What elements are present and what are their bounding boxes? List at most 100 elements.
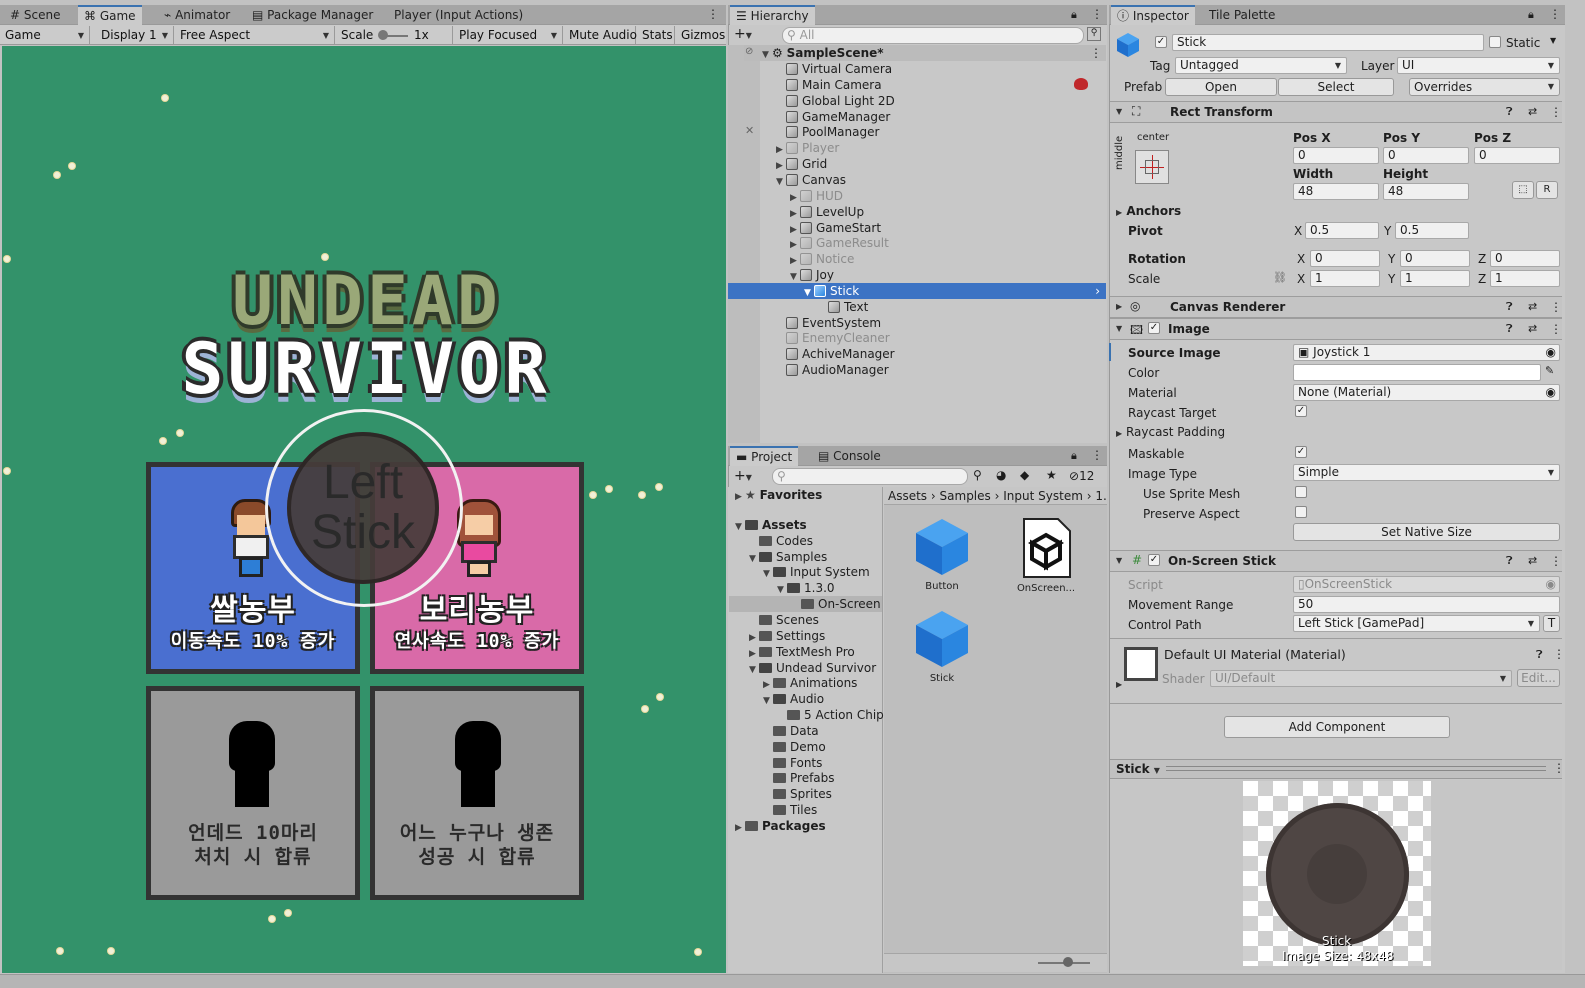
presets-icon[interactable]: ⇄ — [1528, 300, 1537, 313]
scale-z-input[interactable]: 1 — [1490, 270, 1560, 287]
project-tree-item[interactable]: On-Screen — [729, 596, 882, 613]
scene-pick-icon[interactable]: ✕ — [745, 124, 754, 137]
hierarchy-item[interactable]: ▼ Canvas — [762, 172, 1106, 188]
active-checkbox[interactable]: ✓ — [1155, 36, 1167, 48]
hidden-packages-toggle[interactable]: ⊘12 — [1069, 469, 1094, 483]
prefab-select-button[interactable]: Select — [1278, 78, 1394, 96]
hierarchy-item[interactable]: EnemyCleaner — [762, 330, 1106, 346]
presets-icon[interactable]: ⇄ — [1528, 105, 1537, 118]
component-menu-icon[interactable]: ⋮ — [1550, 554, 1562, 568]
preview-menu-icon[interactable]: ⋮ — [1553, 761, 1565, 775]
width-input[interactable]: 48 — [1293, 183, 1379, 200]
lock-icon[interactable]: 🔒︎ — [1071, 449, 1077, 463]
tab-project[interactable]: ▬ Project — [730, 446, 799, 466]
tab-hierarchy[interactable]: ☰ Hierarchy — [730, 5, 815, 25]
add-object-button[interactable]: +▼ — [734, 26, 752, 44]
play-mode-dropdown[interactable]: Play Focused ▼ — [454, 26, 563, 45]
project-tree-item[interactable]: Demo — [729, 739, 882, 755]
display-dropdown[interactable]: Display 1 ▼ — [96, 26, 174, 45]
locked-character-card-2[interactable]: 어느 누구나 생존 성공 시 합류 — [370, 686, 584, 900]
on-screen-stick-header[interactable]: ▼ # ✓ On-Screen Stick ❓︎ ⇄ ⋮ — [1110, 550, 1562, 572]
hierarchy-item[interactable]: EventSystem — [762, 315, 1106, 331]
control-path-dropdown[interactable]: Left Stick [GamePad] ▼ — [1293, 615, 1540, 632]
hierarchy-item[interactable]: Virtual Camera — [762, 61, 1106, 77]
source-image-field[interactable]: ▣ Joystick 1 ◉ — [1293, 344, 1560, 361]
help-icon[interactable]: ❓︎ — [1506, 554, 1513, 568]
mute-audio-toggle[interactable]: Mute Audio — [564, 26, 637, 45]
tab-animator[interactable]: ⌁ Animator — [158, 5, 236, 25]
favorite-star-icon[interactable]: ★ — [1046, 468, 1057, 482]
panel-menu-icon[interactable]: ⋮ — [1549, 7, 1561, 21]
hierarchy-item[interactable]: ▶ GameResult — [762, 235, 1106, 251]
image-header[interactable]: ▼ 🖾 ✓ Image ❓︎ ⇄ ⋮ — [1110, 318, 1562, 340]
project-tree-item[interactable]: 5 Action Chipt — [729, 707, 889, 723]
tab-player-input-actions[interactable]: Player (Input Actions) — [388, 5, 529, 25]
material-field[interactable]: None (Material) ◉ — [1293, 384, 1560, 401]
preserve-aspect-checkbox[interactable] — [1295, 506, 1307, 518]
asset-button-prefab[interactable]: Button — [906, 517, 978, 597]
component-menu-icon[interactable]: ⋮ — [1550, 300, 1562, 314]
component-menu-icon[interactable]: ⋮ — [1550, 322, 1562, 336]
hierarchy-item[interactable]: ▶ Notice — [762, 251, 1106, 267]
icon-size-slider-handle[interactable] — [1063, 957, 1073, 967]
object-picker-icon[interactable]: ◉ — [1546, 345, 1556, 360]
filter-type-icon[interactable]: ◕ — [996, 468, 1006, 482]
pos-x-input[interactable]: 0 — [1293, 147, 1379, 164]
joystick-stick[interactable]: Left Stick — [287, 432, 439, 584]
stats-toggle[interactable]: Stats — [637, 26, 675, 45]
use-sprite-mesh-checkbox[interactable] — [1295, 486, 1307, 498]
tab-package-manager[interactable]: ▤ Package Manager — [246, 5, 379, 25]
component-menu-icon[interactable]: ⋮ — [1553, 647, 1565, 661]
scene-row[interactable]: ▼ ⚙ SampleScene* ⋮ — [744, 45, 1106, 61]
expand-arrow-icon[interactable]: ▶ — [735, 820, 745, 836]
expand-arrow-icon[interactable]: ▶ — [1116, 680, 1122, 689]
hierarchy-item[interactable]: ▶ GameStart — [762, 220, 1106, 236]
hierarchy-item[interactable]: ▶ HUD — [762, 188, 1106, 204]
project-tree-item[interactable]: Codes — [729, 533, 882, 549]
breadcrumb-item[interactable]: Assets — [888, 489, 927, 503]
project-tree-item[interactable]: ▶ TextMesh Pro — [729, 644, 882, 660]
search-options-icon[interactable]: ⚲ — [1087, 27, 1101, 41]
set-native-size-button[interactable]: Set Native Size — [1293, 523, 1560, 541]
help-icon[interactable]: ❓︎ — [1536, 648, 1543, 662]
project-search-input[interactable]: ⚲ — [772, 468, 968, 485]
project-tree-item[interactable]: ▼ Undead Survivor — [729, 660, 882, 676]
image-enabled-checkbox[interactable]: ✓ — [1148, 322, 1160, 334]
component-menu-icon[interactable]: ⋮ — [1550, 105, 1562, 119]
filter-label-icon[interactable]: ◆ — [1020, 468, 1029, 482]
hierarchy-item[interactable]: Main Camera — [762, 77, 1106, 93]
help-icon[interactable]: ❓︎ — [1506, 300, 1513, 314]
lock-icon[interactable]: 🔒︎ — [1071, 8, 1077, 22]
add-component-button[interactable]: Add Component — [1224, 716, 1450, 738]
panel-menu-icon[interactable]: ⋮ — [1091, 448, 1103, 462]
rotation-z-input[interactable]: 0 — [1490, 250, 1560, 267]
scene-menu-icon[interactable]: ⋮ — [1090, 45, 1102, 61]
project-tree-item[interactable]: Prefabs — [729, 770, 882, 786]
anchors-foldout[interactable]: ▶ Anchors — [1116, 203, 1181, 221]
help-icon[interactable]: ❓︎ — [1506, 105, 1513, 119]
scale-slider-handle[interactable] — [378, 30, 388, 40]
rotation-y-input[interactable]: 0 — [1400, 250, 1470, 267]
locked-character-card-1[interactable]: 언데드 10마리 처치 시 합류 — [146, 686, 360, 900]
maskable-checkbox[interactable]: ✓ — [1295, 446, 1307, 458]
gizmos-toggle[interactable]: Gizmos — [676, 26, 726, 45]
project-tree-item[interactable]: ▼ Audio — [729, 691, 882, 707]
hierarchy-item[interactable]: ▼ Joy — [762, 267, 1106, 283]
create-asset-button[interactable]: +▼ — [734, 468, 752, 486]
movement-range-input[interactable]: 50 — [1293, 596, 1560, 613]
raycast-target-checkbox[interactable]: ✓ — [1295, 405, 1307, 417]
color-field[interactable] — [1293, 364, 1541, 381]
hidden-eye-icon[interactable]: ⊘ — [745, 46, 753, 57]
stick-enabled-checkbox[interactable]: ✓ — [1148, 554, 1160, 566]
pos-y-input[interactable]: 0 — [1383, 147, 1469, 164]
rotation-x-input[interactable]: 0 — [1310, 250, 1380, 267]
layer-dropdown[interactable]: UI ▼ — [1397, 57, 1560, 74]
project-tree-item[interactable]: Fonts — [729, 755, 882, 771]
blueprint-mode-button[interactable]: ⬚ — [1512, 181, 1534, 199]
preview-resize-handle[interactable] — [1166, 766, 1546, 771]
presets-icon[interactable]: ⇄ — [1528, 554, 1537, 567]
prefab-overrides-dropdown[interactable]: Overrides ▼ — [1409, 78, 1560, 96]
height-input[interactable]: 48 — [1383, 183, 1469, 200]
tab-tile-palette[interactable]: Tile Palette — [1203, 5, 1281, 25]
lock-icon[interactable]: 🔒︎ — [1528, 8, 1534, 22]
